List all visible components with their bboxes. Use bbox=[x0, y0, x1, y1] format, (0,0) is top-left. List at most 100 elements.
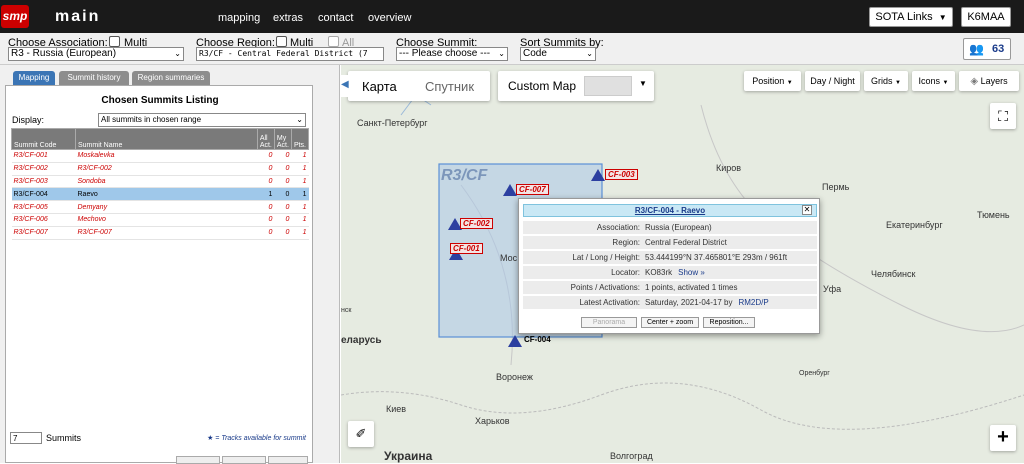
nav-contact[interactable]: contact bbox=[318, 12, 353, 24]
cell-pts: 1 bbox=[291, 149, 309, 163]
association-select-value: R3 - Russia (European) bbox=[11, 48, 117, 59]
cell-all: 0 bbox=[257, 149, 275, 163]
nav-extras[interactable]: extras bbox=[273, 12, 303, 24]
association-multi-checkbox[interactable] bbox=[109, 36, 120, 47]
popup-row-key: Points / Activations: bbox=[570, 283, 640, 292]
table-row[interactable]: R3/CF-007 R3/CF-007 0 0 1 bbox=[11, 226, 309, 240]
map-type-satellite[interactable]: Спутник bbox=[425, 79, 474, 94]
chevron-down-icon: ⌄ bbox=[174, 49, 181, 58]
marker-label-cf-003[interactable]: CF-003 bbox=[605, 169, 638, 180]
layers-icon: ◈ bbox=[970, 76, 979, 87]
panorama-button[interactable]: Panorama bbox=[581, 317, 637, 328]
city-label: Киев bbox=[386, 404, 407, 414]
popup-row-value: Central Federal District bbox=[645, 238, 727, 247]
plus-icon: + bbox=[997, 426, 1009, 448]
app-title: main bbox=[55, 8, 101, 25]
day-night-control[interactable]: Day / Night bbox=[805, 71, 860, 91]
reposition-button[interactable]: Reposition... bbox=[703, 317, 755, 328]
popup-title-bar: R3/CF-004 - Raevo ✕ bbox=[523, 204, 817, 217]
summit-marker-cf-003[interactable] bbox=[591, 169, 605, 181]
marker-label-cf-004[interactable]: CF-004 bbox=[522, 335, 553, 344]
marker-label-cf-001[interactable]: CF-001 bbox=[450, 243, 483, 254]
sota-links-button[interactable]: SOTA Links ▼ bbox=[869, 7, 953, 27]
city-label: Воронеж bbox=[496, 372, 533, 382]
popup-title[interactable]: R3/CF-004 - Raevo bbox=[635, 206, 705, 215]
summit-marker-cf-007[interactable] bbox=[503, 184, 517, 196]
display-select-value: All summits in chosen range bbox=[101, 115, 202, 124]
tab-summit-history[interactable]: Summit history bbox=[59, 71, 129, 85]
people-icon: 👥 bbox=[969, 42, 984, 56]
custom-map-control[interactable]: Custom Map ▼ bbox=[498, 71, 654, 101]
cell-name: Sondoba bbox=[75, 175, 258, 189]
city-label: Уфа bbox=[823, 284, 842, 294]
cell-pts: 1 bbox=[291, 200, 309, 214]
triangle-left-icon: ◀ bbox=[341, 79, 349, 90]
summits-table: Summit Code Summit Name All Act. My Act.… bbox=[11, 128, 310, 240]
map-type-map[interactable]: Карта bbox=[362, 79, 397, 94]
fullscreen-button[interactable]: ⛶ bbox=[990, 103, 1016, 129]
country-label: еларусь bbox=[341, 335, 382, 346]
cell-pts: 1 bbox=[291, 162, 309, 176]
table-row[interactable]: R3/CF-001 Moskalevka 0 0 1 bbox=[11, 149, 309, 163]
layers-control[interactable]: ◈ Layers bbox=[959, 71, 1019, 91]
custom-map-swatch bbox=[584, 76, 632, 96]
city-label: Екатеринбург bbox=[886, 220, 943, 230]
table-row[interactable]: R3/CF-002 R3/CF-002 0 0 1 bbox=[11, 162, 309, 176]
city-label: Оренбург bbox=[799, 370, 830, 377]
grids-control[interactable]: Grids ▼ bbox=[864, 71, 908, 91]
display-select[interactable]: All summits in chosen range ⌄ bbox=[98, 113, 306, 127]
popup-row-key: Locator: bbox=[611, 268, 640, 277]
cell-name: R3/CF-002 bbox=[75, 162, 258, 176]
col-all-act[interactable]: All Act. bbox=[256, 128, 275, 150]
col-my-act[interactable]: My Act. bbox=[273, 128, 292, 150]
nav-mapping[interactable]: mapping bbox=[218, 12, 260, 24]
app-logo[interactable]: smp bbox=[1, 5, 29, 28]
display-label: Display: bbox=[12, 115, 45, 125]
cell-my: 0 bbox=[274, 162, 292, 176]
col-summit-code[interactable]: Summit Code bbox=[11, 128, 76, 150]
region-multi-checkbox[interactable] bbox=[276, 36, 287, 47]
popup-row-key: Lat / Long / Height: bbox=[572, 253, 640, 262]
table-row[interactable]: R3/CF-006 Mechovo 0 0 1 bbox=[11, 213, 309, 227]
close-icon[interactable]: ✕ bbox=[802, 205, 812, 215]
popup-row-link[interactable]: RM2D/P bbox=[738, 298, 768, 307]
center-zoom-button[interactable]: Center + zoom bbox=[641, 317, 699, 328]
activator-count-box[interactable]: 👥 63 bbox=[963, 38, 1011, 60]
tab-mapping[interactable]: Mapping bbox=[13, 71, 55, 85]
summit-select[interactable]: --- Please choose --- ⌄ bbox=[396, 47, 508, 61]
cell-all: 0 bbox=[257, 200, 275, 214]
city-label: Волгоград bbox=[610, 451, 653, 461]
cell-pts: 1 bbox=[291, 213, 309, 227]
table-row[interactable]: R3/CF-005 Demyany 0 0 1 bbox=[11, 200, 309, 214]
map-type-control: Карта Спутник bbox=[348, 71, 490, 101]
table-row[interactable]: R3/CF-003 Sondoba 0 0 1 bbox=[11, 175, 309, 189]
col-pts[interactable]: Pts. bbox=[290, 128, 310, 150]
street-view-button[interactable]: ✐ bbox=[348, 421, 374, 447]
popup-row-link[interactable]: Show » bbox=[678, 268, 705, 277]
city-label: Мос bbox=[500, 253, 518, 263]
city-label: Харьков bbox=[475, 416, 510, 426]
nav-overview[interactable]: overview bbox=[368, 12, 411, 24]
region-select[interactable]: R3/CF - Central Federal District (7 bbox=[196, 47, 384, 61]
popup-row-key: Association: bbox=[596, 223, 640, 232]
zoom-in-button[interactable]: + bbox=[990, 425, 1016, 451]
city-label: Челябинск bbox=[871, 269, 916, 279]
marker-label-cf-007[interactable]: CF-007 bbox=[516, 184, 549, 195]
col-summit-name[interactable]: Summit Name bbox=[75, 128, 258, 150]
table-row[interactable]: R3/CF-004 Raevo 1 0 1 bbox=[11, 187, 309, 202]
popup-row-value-text: KO83rk bbox=[645, 268, 673, 277]
tab-region-summaries[interactable]: Region summaries bbox=[132, 71, 210, 85]
sort-select[interactable]: Code ⌄ bbox=[520, 47, 596, 61]
position-control[interactable]: Position ▼ bbox=[744, 71, 801, 91]
cell-pts: 1 bbox=[291, 226, 309, 240]
summit-marker-cf-004[interactable] bbox=[508, 335, 522, 347]
region-all-checkbox[interactable] bbox=[328, 36, 339, 47]
association-select[interactable]: R3 - Russia (European) ⌄ bbox=[8, 47, 184, 61]
icons-control[interactable]: Icons ▼ bbox=[912, 71, 955, 91]
grids-label: Grids bbox=[871, 76, 893, 86]
collapse-panel-button[interactable]: ◀ bbox=[341, 75, 350, 97]
summit-count-input[interactable]: 7 bbox=[10, 432, 42, 444]
cell-my: 0 bbox=[274, 187, 292, 202]
callsign-button[interactable]: K6MAA bbox=[961, 7, 1011, 27]
marker-label-cf-002[interactable]: CF-002 bbox=[460, 218, 493, 229]
